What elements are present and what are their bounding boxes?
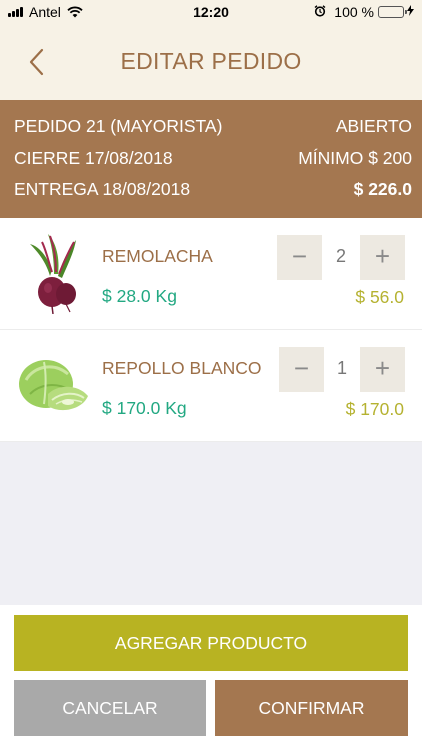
status-bar: Antel 12:20 100 % xyxy=(0,0,422,24)
page-title: EDITAR PEDIDO xyxy=(120,48,302,74)
product-name: REPOLLO BLANCO xyxy=(102,358,262,378)
product-subtotal: $ 56.0 xyxy=(355,287,404,307)
order-row-id: PEDIDO 21 (MAYORISTA) ABIERTO xyxy=(14,114,412,138)
product-row: REMOLACHA $ 28.0 Kg − 2 + $ 56.0 xyxy=(0,218,422,330)
order-minimum: MÍNIMO $ 200 xyxy=(298,147,412,168)
battery-percentage: 100 % xyxy=(334,4,374,20)
cancel-button[interactable]: CANCELAR xyxy=(14,680,206,736)
status-right: 100 % xyxy=(314,4,414,20)
order-row-close: CIERRE 17/08/2018 MÍNIMO $ 200 xyxy=(14,146,412,170)
add-product-button[interactable]: AGREGAR PRODUCTO xyxy=(14,615,408,671)
order-close-date: CIERRE 17/08/2018 xyxy=(14,147,173,168)
product-price: $ 170.0 Kg xyxy=(102,398,187,418)
increase-quantity-button[interactable]: + xyxy=(360,235,405,280)
product-row: REPOLLO BLANCO $ 170.0 Kg − 1 + $ 170.0 xyxy=(0,330,422,442)
order-total: $ 226.0 xyxy=(353,178,412,199)
product-subtotal: $ 170.0 xyxy=(345,399,404,419)
order-summary: PEDIDO 21 (MAYORISTA) ABIERTO CIERRE 17/… xyxy=(0,100,422,218)
order-id: PEDIDO 21 (MAYORISTA) xyxy=(14,115,223,136)
quantity-value: 1 xyxy=(336,358,347,378)
product-name: REMOLACHA xyxy=(102,246,213,266)
action-footer: AGREGAR PRODUCTO CANCELAR CONFIRMAR xyxy=(0,605,422,750)
order-status: ABIERTO xyxy=(335,115,412,136)
beet-image xyxy=(16,232,94,315)
order-row-delivery: ENTREGA 18/08/2018 $ 226.0 xyxy=(14,177,412,201)
confirm-button[interactable]: CONFIRMAR xyxy=(215,680,408,736)
cabbage-image xyxy=(16,344,94,426)
decrease-quantity-button[interactable]: − xyxy=(279,347,324,392)
order-delivery-date: ENTREGA 18/08/2018 xyxy=(14,178,191,199)
increase-quantity-button[interactable]: + xyxy=(360,347,405,392)
quantity-value: 2 xyxy=(335,246,346,266)
battery-icon xyxy=(378,6,407,18)
charging-bolt-icon xyxy=(407,5,414,19)
decrease-quantity-button[interactable]: − xyxy=(277,235,322,280)
product-list: REMOLACHA $ 28.0 Kg − 2 + $ 56.0 REPOLLO… xyxy=(0,218,422,442)
product-price: $ 28.0 Kg xyxy=(102,286,177,306)
alarm-icon xyxy=(314,4,326,20)
nav-bar: EDITAR PEDIDO xyxy=(0,24,422,100)
